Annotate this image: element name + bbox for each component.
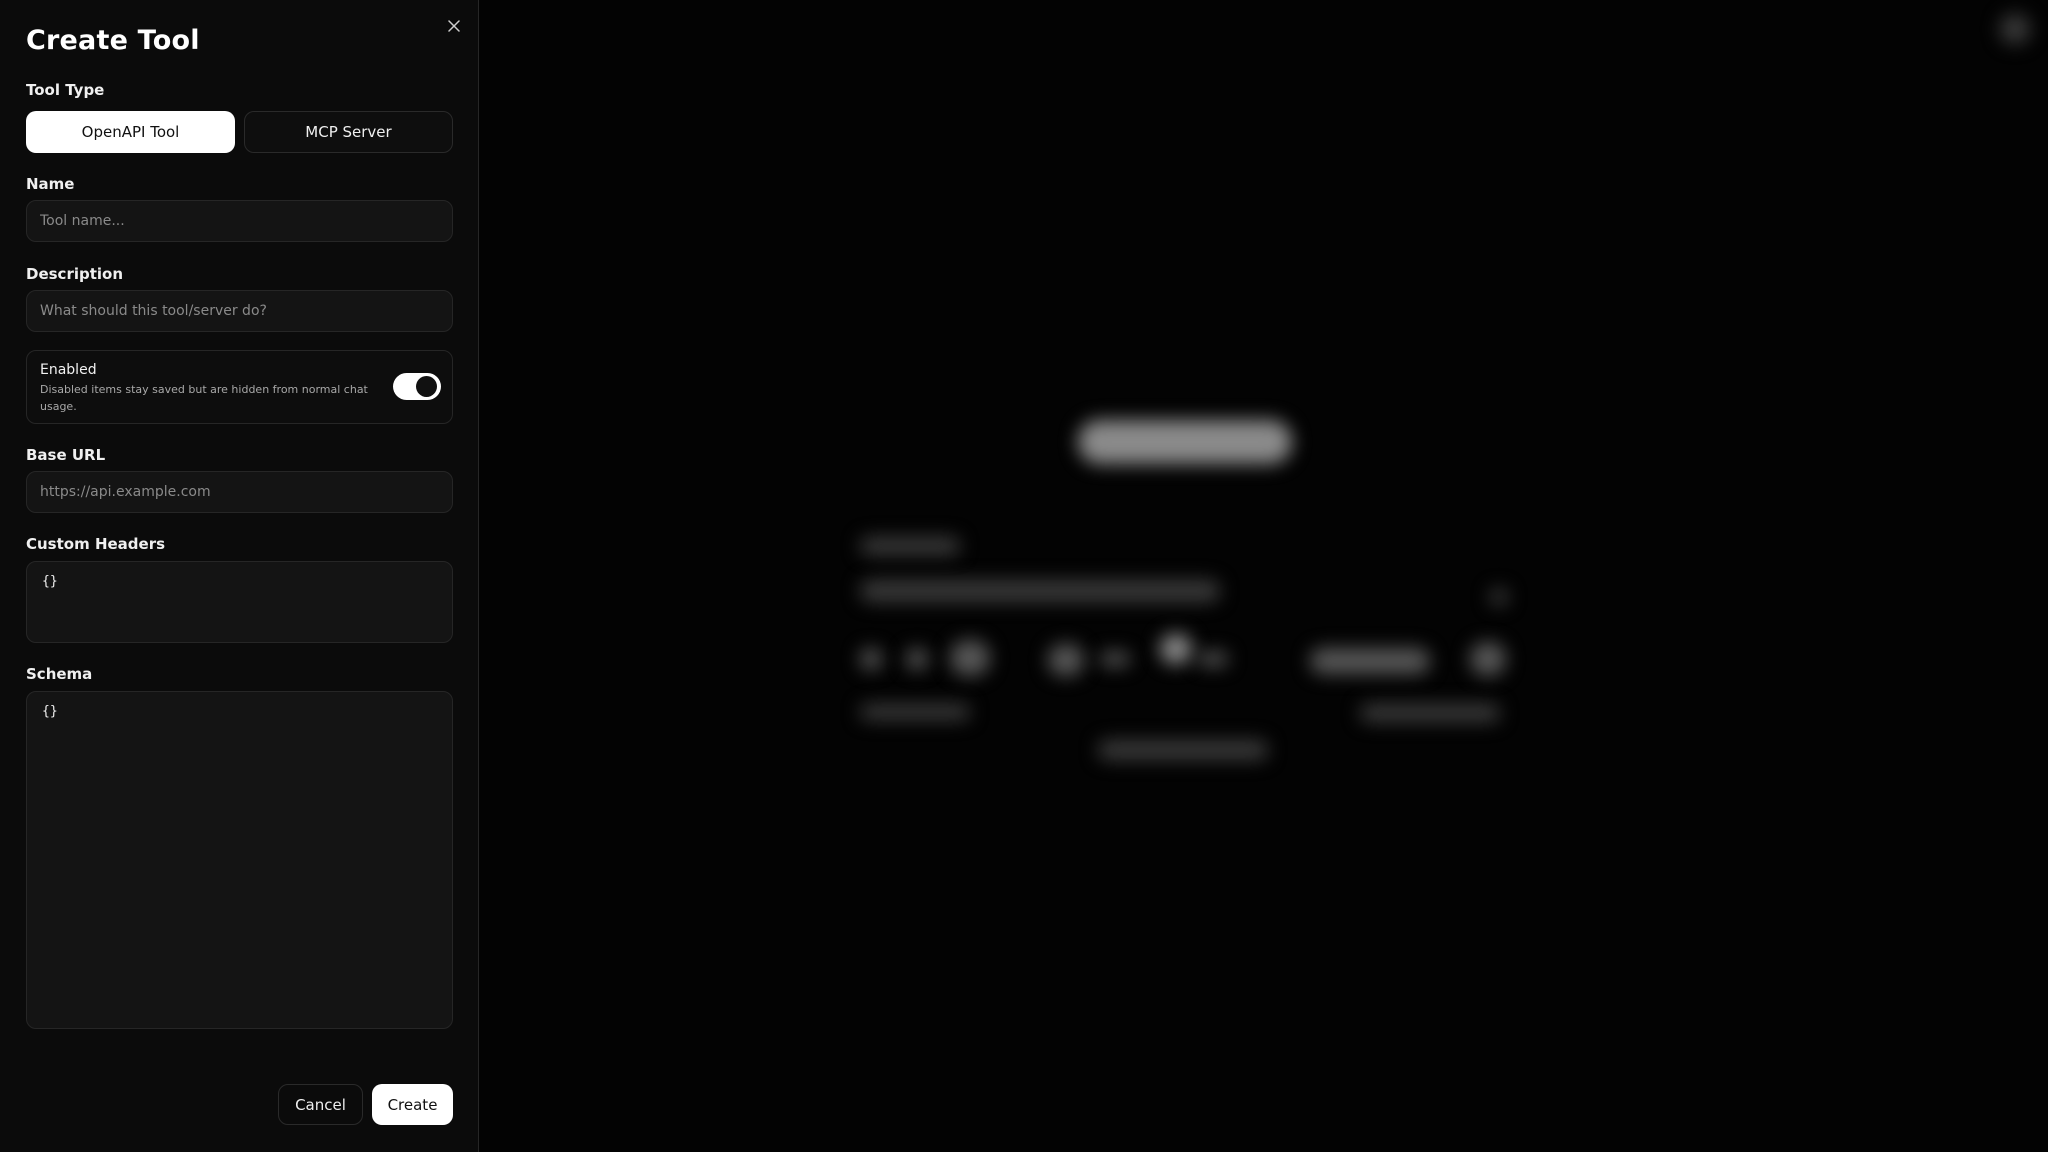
blurred-chip [1160,634,1192,664]
enabled-toggle[interactable] [393,373,441,400]
schema-textarea[interactable] [26,691,453,1029]
blurred-chip [860,648,882,670]
tool-type-label: Tool Type [26,81,105,99]
base-url-label: Base URL [26,446,106,464]
blurred-chip [1048,644,1084,676]
cancel-button[interactable]: Cancel [278,1084,363,1125]
blurred-chip [950,640,990,676]
blurred-input [860,580,1220,602]
blurred-chip [1100,652,1130,666]
name-label: Name [26,175,75,193]
enabled-description: Disabled items stay saved but are hidden… [40,383,368,413]
blurred-chip [1470,642,1506,676]
create-tool-panel: Create Tool Tool Type OpenAPI Tool MCP S… [0,0,479,1152]
custom-headers-label: Custom Headers [26,535,166,553]
dialog-title: Create Tool [26,25,200,56]
description-label: Description [26,265,124,283]
toggle-knob [416,376,437,397]
tool-type-option-openapi[interactable]: OpenAPI Tool [26,111,235,153]
blurred-text [1360,704,1500,722]
create-button[interactable]: Create [372,1084,453,1125]
base-url-input[interactable] [26,471,453,513]
blurred-text [860,704,970,720]
blurred-heading [1078,420,1292,464]
blurred-avatar [2000,14,2030,44]
name-input[interactable] [26,200,453,242]
blurred-chip [1198,652,1228,666]
blurred-chip [1310,648,1430,674]
close-icon [448,20,460,32]
blurred-label [860,537,960,555]
blurred-icon [1490,588,1508,606]
tool-type-option-mcp[interactable]: MCP Server [244,111,453,153]
blurred-text [1098,740,1268,760]
app-root: Create Tool Tool Type OpenAPI Tool MCP S… [0,0,2048,1152]
custom-headers-textarea[interactable] [26,561,453,643]
enabled-title: Enabled [40,362,97,378]
blurred-background [480,0,2048,1152]
close-button[interactable] [444,16,464,36]
description-input[interactable] [26,290,453,332]
enabled-setting: Enabled Disabled items stay saved but ar… [26,350,453,424]
blurred-chip [906,648,928,670]
schema-label: Schema [26,665,93,683]
